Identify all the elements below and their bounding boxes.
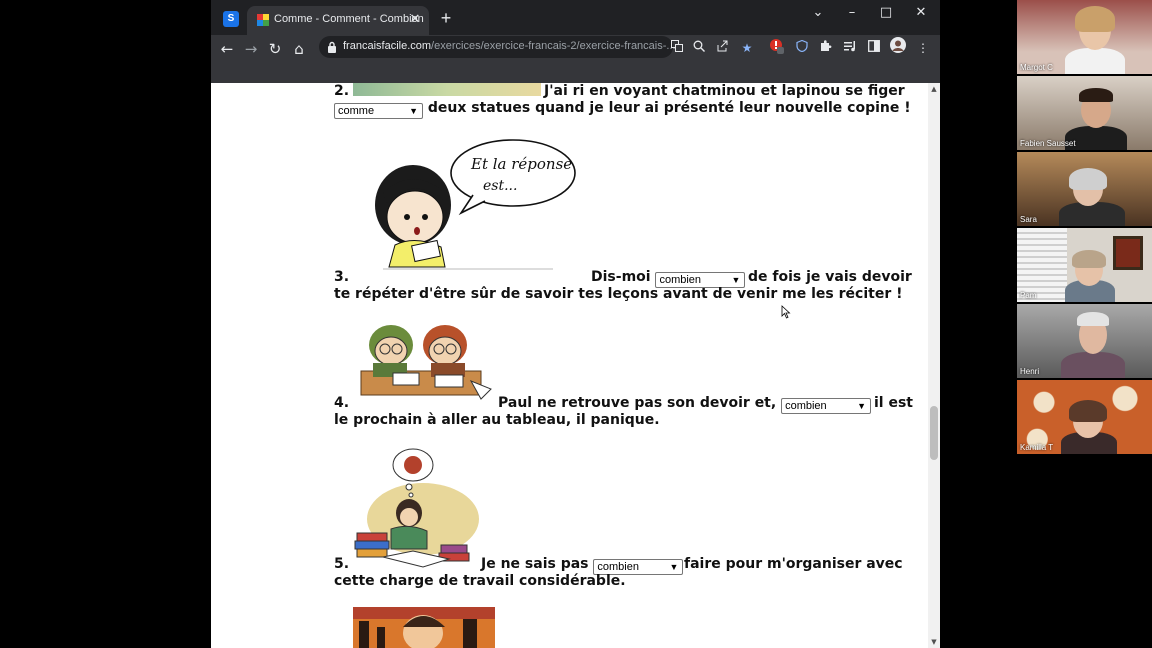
browser-toolbar: ← → ↻ ⌂ francaisfacile.com/exercices/exe… (211, 35, 940, 83)
scroll-up-icon[interactable]: ▲ (928, 85, 940, 93)
tab-active[interactable]: Comme - Comment - Combien ✕ (247, 6, 429, 35)
puzzle-extensions-icon[interactable] (817, 38, 835, 58)
participant-name: Henri (1020, 367, 1040, 376)
question-3-text-after: de fois je vais devoir te répéter d'être… (334, 269, 912, 302)
maximize-button[interactable]: □ (875, 4, 897, 22)
q5-illustration (353, 445, 481, 571)
tab-title: Comme - Comment - Combien (274, 13, 424, 25)
q2-illustration (353, 83, 541, 96)
question-4-text-after: il est le prochain à aller au tableau, i… (334, 395, 913, 428)
account-avatar-icon[interactable] (889, 37, 907, 57)
participant-tile[interactable]: Margot C (1017, 0, 1152, 74)
zoom-icon[interactable] (690, 38, 708, 58)
side-panel-icon[interactable] (865, 38, 883, 58)
scroll-down-icon[interactable]: ▼ (928, 638, 940, 646)
minimize-button[interactable]: – (841, 4, 863, 22)
media-queue-icon[interactable] (841, 38, 859, 58)
participant-name: Margot C (1020, 63, 1053, 72)
participant-tile[interactable]: Henri (1017, 304, 1152, 378)
participant-tile[interactable]: Fabien Sausset (1017, 76, 1152, 150)
video-participants-panel: Margot C Fabien Sausset Sara Pam Henri K… (1017, 0, 1152, 456)
address-bar[interactable]: francaisfacile.com/exercices/exercice-fr… (319, 36, 676, 58)
browser-menu-icon[interactable]: ⋮ (914, 38, 932, 58)
question-5-text-after: faire pour m'organiser avec cette charge… (334, 556, 903, 589)
participant-tile[interactable]: Pam (1017, 228, 1152, 302)
svg-text:Et la réponse: Et la réponse (470, 155, 572, 173)
extension-badge-icon[interactable] (768, 38, 786, 58)
participant-name: Fabien Sausset (1020, 139, 1076, 148)
exercise-page[interactable]: 2. J'ai ri en voyant chatminou et lapino… (211, 83, 940, 648)
tab-search-icon[interactable]: ⌄ (807, 4, 829, 22)
profile-icon[interactable]: S (223, 11, 239, 27)
page-scrollbar[interactable]: ▲ ▼ (928, 83, 940, 648)
back-icon[interactable]: ← (216, 38, 238, 60)
reload-icon[interactable]: ↻ (264, 38, 286, 60)
participant-name: Sara (1020, 215, 1037, 224)
participant-name: Kamilla T (1020, 443, 1054, 452)
svg-text:est...: est... (483, 178, 517, 194)
bookmark-star-icon[interactable]: ★ (738, 38, 756, 58)
q4-illustration (353, 319, 495, 407)
site-favicon-icon (257, 14, 269, 26)
question-2-text-after: deux statues quand je leur ai présenté l… (427, 100, 911, 116)
question-2-text-before: J'ai ri en voyant chatminou et lapinou s… (544, 83, 905, 99)
mouse-cursor-icon (781, 305, 791, 319)
browser-window: S Comme - Comment - Combien ✕ + ⌄ – □ ✕ … (211, 0, 940, 648)
share-icon[interactable] (714, 38, 732, 58)
q3-illustration: Et la réponse est... (353, 135, 587, 275)
close-window-button[interactable]: ✕ (910, 4, 932, 22)
question-2-select[interactable]: comme ▼ (334, 103, 423, 119)
screen: S Comme - Comment - Combien ✕ + ⌄ – □ ✕ … (0, 0, 1152, 648)
shield-extension-icon[interactable] (793, 38, 811, 58)
q6-illustration (353, 607, 495, 648)
participant-tile[interactable]: Kamilla T (1017, 380, 1152, 454)
chevron-down-icon: ▼ (409, 106, 418, 116)
participant-name: Pam (1020, 291, 1037, 300)
home-icon[interactable]: ⌂ (288, 38, 310, 60)
scrollbar-thumb[interactable] (930, 406, 938, 460)
tab-close-icon[interactable]: ✕ (407, 11, 423, 27)
url-text: francaisfacile.com/exercices/exercice-fr… (343, 40, 676, 52)
tab-strip: S Comme - Comment - Combien ✕ + ⌄ – □ ✕ (211, 0, 940, 35)
forward-icon[interactable]: → (240, 38, 262, 60)
participant-tile[interactable]: Sara (1017, 152, 1152, 226)
question-2-number: 2. (334, 83, 350, 99)
translate-icon[interactable] (668, 38, 686, 58)
new-tab-button[interactable]: + (437, 9, 455, 27)
lock-icon (328, 41, 336, 53)
